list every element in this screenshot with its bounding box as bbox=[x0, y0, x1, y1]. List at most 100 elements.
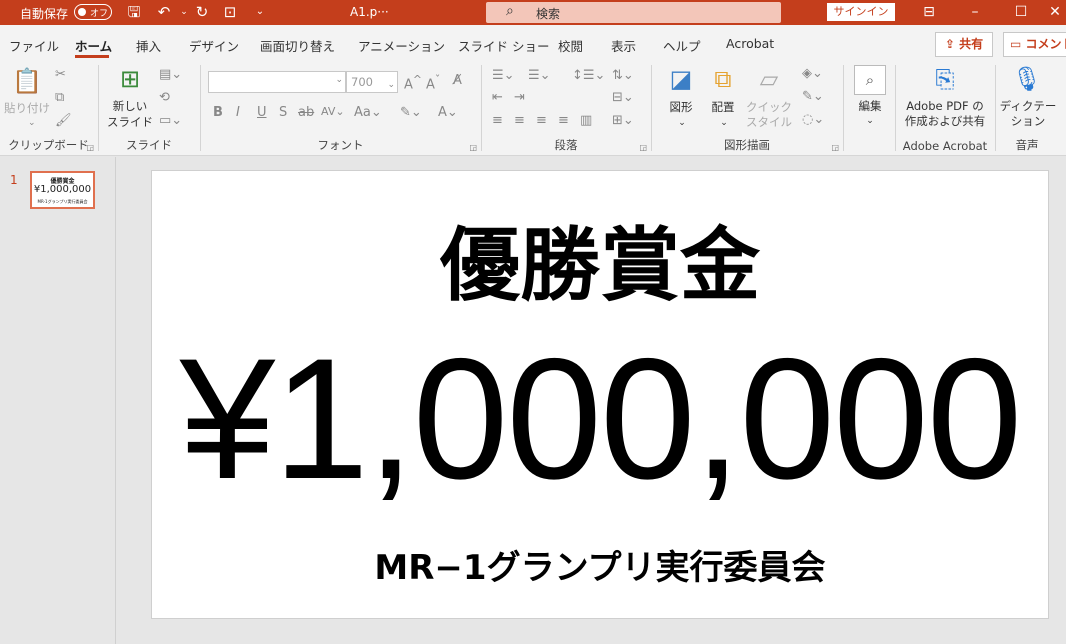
cut-icon[interactable]: ✂ bbox=[55, 67, 66, 82]
drawing-launcher-icon[interactable]: ◲ bbox=[831, 143, 839, 152]
underline-icon[interactable]: U bbox=[257, 105, 267, 120]
new-slide-label-2[interactable]: スライド bbox=[104, 115, 156, 129]
adobe-pdf-label-1[interactable]: Adobe PDF の bbox=[900, 99, 990, 113]
quick-styles-label-1[interactable]: クイック bbox=[746, 100, 792, 114]
tab-help[interactable]: ヘルプ bbox=[663, 36, 701, 55]
section-icon[interactable]: ▭⌄ bbox=[159, 113, 182, 128]
ribbon-display-icon[interactable]: ⊟ bbox=[906, 0, 952, 25]
paste-dropdown-icon[interactable]: ⌄ bbox=[28, 118, 36, 128]
slide-canvas[interactable]: 優勝賞金 ¥1,000,000 MR−1グランプリ実行委員会 bbox=[151, 170, 1049, 619]
ribbon-home: 📋 貼り付け ⌄ ✂ ⧉ 🖌 クリップボード ◲ ⊞ 新しい スライド ▤⌄ ⟲… bbox=[0, 61, 1066, 156]
maximize-icon[interactable]: ☐ bbox=[998, 0, 1044, 25]
comment-button[interactable]: ▭ コメント bbox=[1003, 32, 1066, 57]
grow-font-icon[interactable]: A^ bbox=[404, 73, 422, 92]
align-left-icon[interactable]: ≡ bbox=[492, 113, 503, 128]
copy-icon[interactable]: ⧉ bbox=[55, 90, 64, 105]
format-painter-icon[interactable]: 🖌 bbox=[55, 113, 72, 128]
layout-icon[interactable]: ▤⌄ bbox=[159, 67, 182, 82]
arrange-button[interactable]: 配置 bbox=[704, 100, 742, 114]
redo-icon[interactable]: ↻ bbox=[192, 3, 212, 21]
share-button[interactable]: ⇪ 共有 bbox=[935, 32, 993, 57]
slide-thumbnail[interactable]: 優勝賞金 ¥1,000,000 MR-1グランプリ実行委員会 bbox=[30, 171, 95, 209]
shadow-icon[interactable]: S bbox=[279, 105, 287, 120]
decrease-indent-icon[interactable]: ⇤ bbox=[492, 90, 503, 105]
clear-format-icon[interactable]: A̸ bbox=[453, 73, 462, 88]
paragraph-launcher-icon[interactable]: ◲ bbox=[639, 143, 647, 152]
group-editing: ⌕ 編集 ⌄ bbox=[844, 61, 894, 156]
shapes-button[interactable]: 図形 bbox=[662, 100, 700, 114]
close-icon[interactable]: ✕ bbox=[1044, 0, 1066, 25]
shape-fill-icon[interactable]: ◈⌄ bbox=[802, 66, 823, 81]
shape-effects-icon[interactable]: ◌⌄ bbox=[802, 112, 824, 127]
find-icon[interactable]: ⌕ bbox=[854, 65, 886, 95]
tab-acrobat[interactable]: Acrobat bbox=[726, 36, 774, 51]
strikethrough-icon[interactable]: ab bbox=[298, 105, 314, 120]
smartart-icon[interactable]: ⊞⌄ bbox=[612, 113, 634, 128]
tab-design[interactable]: デザイン bbox=[189, 36, 239, 55]
quick-styles-icon[interactable]: ▱ bbox=[752, 65, 786, 93]
quick-styles-label-2[interactable]: スタイル bbox=[744, 115, 794, 129]
editing-button[interactable]: 編集 bbox=[852, 99, 888, 113]
slide-number: 1 bbox=[10, 173, 18, 187]
tab-file[interactable]: ファイル bbox=[9, 36, 59, 55]
microphone-icon[interactable]: 🎙 bbox=[1010, 65, 1044, 93]
shrink-font-icon[interactable]: Aˇ bbox=[426, 73, 440, 92]
tab-transitions[interactable]: 画面切り替え bbox=[260, 36, 335, 55]
font-size-field[interactable]: 700 ⌄ bbox=[346, 71, 398, 93]
undo-icon[interactable]: ↶ bbox=[154, 3, 174, 21]
customize-toolbar-icon[interactable]: ⌄ bbox=[250, 3, 270, 21]
dictate-label-1[interactable]: ディクテー bbox=[999, 99, 1057, 113]
numbering-icon[interactable]: ☰⌄ bbox=[528, 68, 551, 83]
change-case-icon[interactable]: Aa⌄ bbox=[354, 105, 382, 120]
arrange-icon[interactable]: ⧉ bbox=[706, 65, 740, 93]
italic-icon[interactable]: I bbox=[236, 105, 240, 120]
shapes-icon[interactable]: ◪ bbox=[664, 65, 698, 93]
dictate-label-2[interactable]: ション bbox=[1001, 114, 1055, 128]
adobe-pdf-icon[interactable]: ⎘ bbox=[928, 65, 962, 93]
font-color-icon[interactable]: A⌄ bbox=[438, 105, 458, 120]
chevron-down-icon[interactable]: ⌄ bbox=[672, 116, 692, 130]
line-spacing-icon[interactable]: ↕☰⌄ bbox=[572, 68, 605, 83]
tab-home[interactable]: ホーム bbox=[75, 36, 112, 55]
align-right-icon[interactable]: ≡ bbox=[536, 113, 547, 128]
tab-review[interactable]: 校閲 bbox=[558, 36, 583, 55]
minimize-icon[interactable]: – bbox=[952, 0, 998, 25]
justify-icon[interactable]: ≡ bbox=[558, 113, 569, 128]
prize-amount[interactable]: ¥1,000,000 bbox=[152, 329, 1048, 509]
organizer-text[interactable]: MR−1グランプリ実行委員会 bbox=[152, 548, 1048, 588]
chevron-down-icon[interactable]: ⌄ bbox=[714, 116, 734, 130]
paste-icon[interactable]: 📋 bbox=[12, 67, 42, 95]
search-input[interactable]: ⌕ 検索 bbox=[486, 2, 781, 23]
increase-indent-icon[interactable]: ⇥ bbox=[514, 90, 525, 105]
undo-dropdown-icon[interactable]: ⌄ bbox=[174, 3, 194, 21]
reset-icon[interactable]: ⟲ bbox=[159, 90, 170, 105]
bullets-icon[interactable]: ☰⌄ bbox=[492, 68, 515, 83]
char-spacing-icon[interactable]: AV⌄ bbox=[321, 105, 345, 118]
signin-button[interactable]: サインイン bbox=[827, 3, 895, 21]
adobe-pdf-label-2[interactable]: 作成および共有 bbox=[900, 114, 990, 128]
new-slide-icon[interactable]: ⊞ bbox=[113, 65, 147, 93]
chevron-down-icon[interactable]: ⌄ bbox=[387, 75, 395, 95]
align-text-icon[interactable]: ⊟⌄ bbox=[612, 90, 634, 105]
autosave-toggle[interactable]: オフ bbox=[74, 4, 112, 20]
present-icon[interactable]: ⊡ bbox=[220, 3, 240, 21]
slide-title[interactable]: 優勝賞金 bbox=[152, 221, 1048, 311]
chevron-down-icon[interactable]: ⌄ bbox=[335, 75, 343, 85]
shape-outline-icon[interactable]: ✎⌄ bbox=[802, 89, 824, 104]
new-slide-label-1[interactable]: 新しい bbox=[106, 99, 154, 113]
bold-icon[interactable]: B bbox=[213, 105, 223, 120]
text-direction-icon[interactable]: ⇅⌄ bbox=[612, 68, 634, 83]
tab-animations[interactable]: アニメーション bbox=[358, 36, 445, 55]
chevron-down-icon[interactable]: ⌄ bbox=[860, 114, 880, 128]
tab-insert[interactable]: 挿入 bbox=[136, 36, 161, 55]
paste-button[interactable]: 貼り付け bbox=[4, 101, 50, 115]
save-icon[interactable]: 🖫 bbox=[124, 3, 144, 21]
tab-slideshow[interactable]: スライド ショー bbox=[458, 36, 549, 55]
clipboard-launcher-icon[interactable]: ◲ bbox=[86, 143, 94, 152]
align-center-icon[interactable]: ≡ bbox=[514, 113, 525, 128]
font-name-field[interactable]: ⌄ bbox=[208, 71, 346, 93]
columns-icon[interactable]: ▥ bbox=[580, 113, 592, 128]
tab-view[interactable]: 表示 bbox=[611, 36, 636, 55]
highlight-icon[interactable]: ✎⌄ bbox=[400, 105, 422, 120]
font-launcher-icon[interactable]: ◲ bbox=[469, 143, 477, 152]
